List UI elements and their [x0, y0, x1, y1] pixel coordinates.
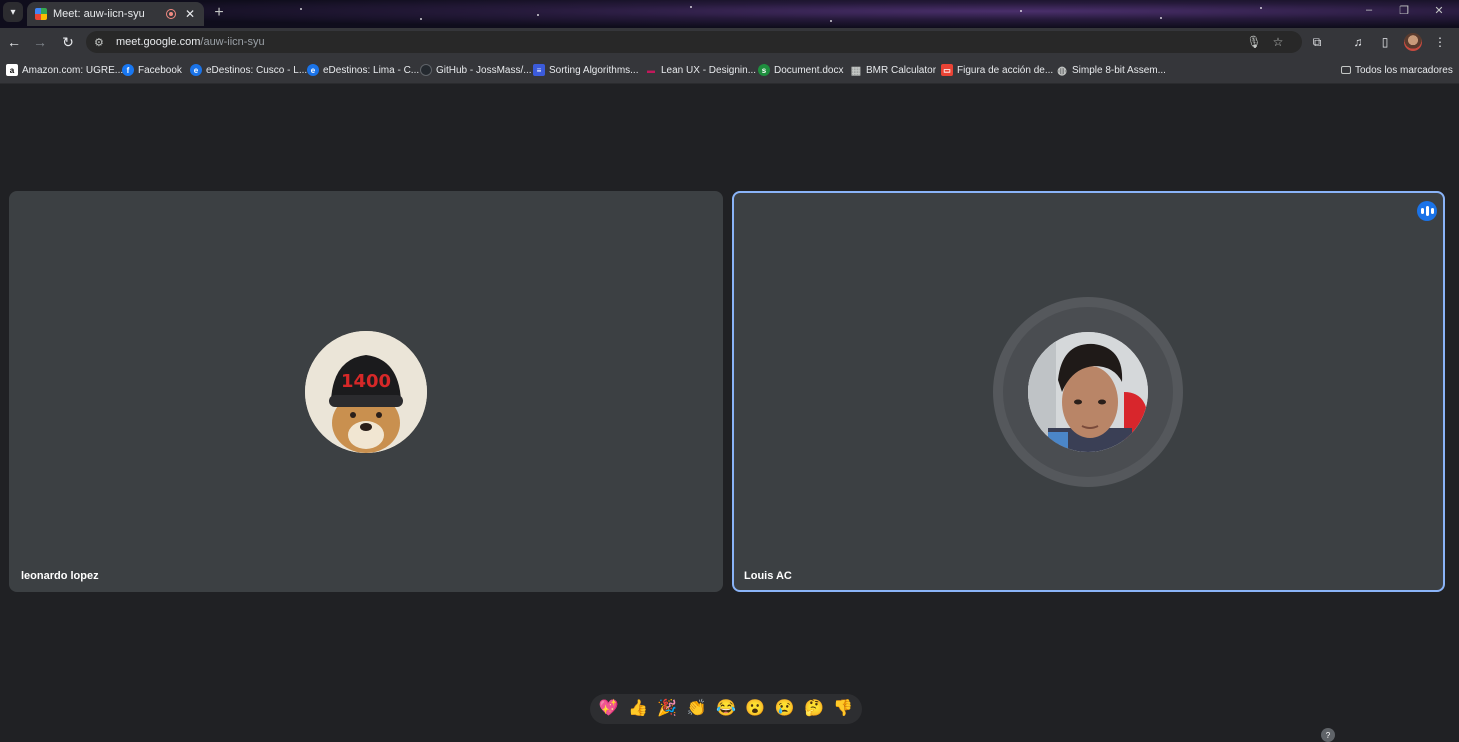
tab-search-button[interactable]: ▾ — [3, 2, 23, 22]
sorting-icon: ≡ — [533, 64, 545, 76]
participant-avatar — [1028, 332, 1148, 452]
tab-title: Meet: auw-iicn-syu — [53, 8, 145, 20]
profile-avatar[interactable] — [1404, 33, 1422, 51]
folder-icon — [1341, 66, 1351, 74]
bookmark-item[interactable]: a Amazon.com: UGRE... — [6, 62, 123, 78]
address-bar[interactable]: ⚙ meet.google.com/auw-iicn-syu 🎙 ☆ — [86, 31, 1302, 53]
bookmark-label: Lean UX - Designin... — [661, 64, 757, 76]
bookmarks-bar: a Amazon.com: UGRE... f Facebook e eDestino… — [0, 56, 1459, 84]
background-star — [1260, 7, 1262, 9]
forward-button[interactable]: → — [30, 32, 50, 52]
bookmark-label: GitHub - JossMass/... — [436, 64, 532, 76]
document-icon: s — [758, 64, 770, 76]
bookmark-label: eDestinos: Cusco - L... — [206, 64, 308, 76]
url-text: meet.google.com/auw-iicn-syu — [116, 36, 265, 48]
help-badge[interactable]: ? — [1321, 728, 1335, 742]
reaction-thumbs-up-button[interactable]: 👍 — [626, 701, 650, 717]
speaking-indicator-icon — [1417, 201, 1437, 221]
new-tab-button[interactable]: + — [209, 3, 229, 23]
bookmark-label: Document.docx — [774, 64, 844, 76]
background-star — [1020, 10, 1022, 12]
bookmark-item[interactable]: e eDestinos: Cusco - L... — [190, 62, 307, 78]
tab-close-button[interactable]: ✕ — [184, 7, 196, 21]
bookmark-item[interactable]: ≡ Sorting Algorithms... — [533, 62, 638, 78]
reaction-clap-button[interactable]: 👏 — [685, 701, 709, 717]
reaction-heart-button[interactable]: 💖 — [597, 701, 621, 717]
dog-avatar-icon: 1400 — [305, 331, 427, 453]
reaction-party-button[interactable]: 🎉 — [655, 701, 679, 717]
background-star — [300, 8, 302, 10]
close-window-button[interactable]: ✕ — [1422, 0, 1456, 20]
all-bookmarks-folder[interactable]: Todos los marcadores — [1341, 62, 1453, 78]
facebook-icon: f — [122, 64, 134, 76]
person-avatar-icon — [1028, 332, 1148, 452]
svg-text:1400: 1400 — [341, 371, 391, 392]
bookmark-label: Sorting Algorithms... — [549, 64, 639, 76]
bookmark-star-icon[interactable]: ☆ — [1270, 34, 1286, 50]
side-panel-icon[interactable]: ▯ — [1376, 33, 1394, 51]
bookmark-item[interactable]: GitHub - JossMass/... — [420, 62, 532, 78]
globe-icon: ◍ — [1057, 64, 1067, 77]
extensions-icon[interactable]: ⧉ — [1308, 33, 1326, 51]
bookmark-item[interactable]: s Document.docx — [758, 62, 843, 78]
site-info-icon[interactable]: ⚙ — [94, 36, 110, 49]
bookmark-label: eDestinos: Lima - C... — [323, 64, 420, 76]
calculator-icon: ▦ — [850, 64, 862, 77]
back-button[interactable]: ← — [4, 32, 24, 52]
participant-name: Louis AC — [744, 570, 792, 582]
reload-icon: ↻ — [62, 33, 74, 50]
url-host: meet.google.com — [116, 36, 201, 48]
recording-indicator-icon — [166, 9, 176, 19]
minimize-button[interactable]: – — [1352, 0, 1386, 20]
browser-toolbar: ← → ↻ ⚙ meet.google.com/auw-iicn-syu 🎙 ☆… — [0, 28, 1459, 56]
background-star — [420, 18, 422, 20]
leanux-icon: ▬ — [647, 65, 655, 75]
bookmark-item[interactable]: ▦ BMR Calculator — [850, 62, 936, 78]
tab-strip: ▾ Meet: auw-iicn-syu ✕ + – ❐ ✕ — [0, 0, 1459, 28]
bookmark-label: Figura de acción de... — [957, 64, 1054, 76]
github-icon — [420, 64, 432, 76]
all-bookmarks-label: Todos los marcadores — [1355, 64, 1453, 76]
restore-button[interactable]: ❐ — [1387, 0, 1421, 20]
figure-icon: ▭ — [941, 64, 953, 76]
media-controls-icon[interactable]: ♫ — [1349, 33, 1367, 51]
background-star — [1160, 17, 1162, 19]
bookmark-label: Simple 8-bit Assem... — [1072, 64, 1166, 76]
bookmark-label: BMR Calculator — [866, 64, 937, 76]
reaction-surprised-button[interactable]: 😮 — [743, 701, 767, 717]
url-path: /auw-iicn-syu — [200, 36, 265, 48]
bookmark-item[interactable]: ◍ Simple 8-bit Assem... — [1056, 62, 1166, 78]
reactions-bar: 💖 👍 🎉 👏 😂 😮 😢 🤔 👎 — [590, 694, 862, 724]
bookmark-item[interactable]: f Facebook — [122, 62, 182, 78]
edestinos-icon: e — [307, 64, 319, 76]
background-star — [537, 14, 539, 16]
participant-avatar: 1400 — [305, 331, 427, 453]
participant-name: leonardo lopez — [21, 570, 99, 582]
bookmark-item[interactable]: ▬ Lean UX - Designin... — [645, 62, 756, 78]
arrow-left-icon: ← — [7, 34, 21, 50]
chevron-down-icon: ▾ — [10, 6, 16, 18]
reaction-thumbs-down-button[interactable]: 👎 — [831, 701, 855, 717]
arrow-right-icon: → — [33, 34, 47, 50]
bookmark-label: Facebook — [138, 64, 182, 76]
participant-tile[interactable]: 1400 leonardo lopez — [9, 191, 723, 592]
meet-favicon-icon — [35, 8, 47, 20]
reload-button[interactable]: ↻ — [58, 32, 78, 52]
participant-tile-active-speaker[interactable]: Louis AC — [732, 191, 1445, 592]
bookmark-item[interactable]: ▭ Figura de acción de... — [941, 62, 1053, 78]
reaction-sad-button[interactable]: 😢 — [773, 701, 797, 717]
more-menu-icon[interactable]: ⋮ — [1431, 33, 1449, 51]
edestinos-icon: e — [190, 64, 202, 76]
bookmark-label: Amazon.com: UGRE... — [22, 64, 124, 76]
amazon-icon: a — [6, 64, 18, 76]
background-star — [690, 6, 692, 8]
bookmark-item[interactable]: e eDestinos: Lima - C... — [307, 62, 419, 78]
background-star — [830, 20, 832, 22]
reaction-thinking-button[interactable]: 🤔 — [802, 701, 826, 717]
reaction-laugh-button[interactable]: 😂 — [714, 701, 738, 717]
microphone-icon[interactable]: 🎙 — [1246, 34, 1262, 50]
tab-meet[interactable]: Meet: auw-iicn-syu ✕ — [27, 2, 204, 26]
